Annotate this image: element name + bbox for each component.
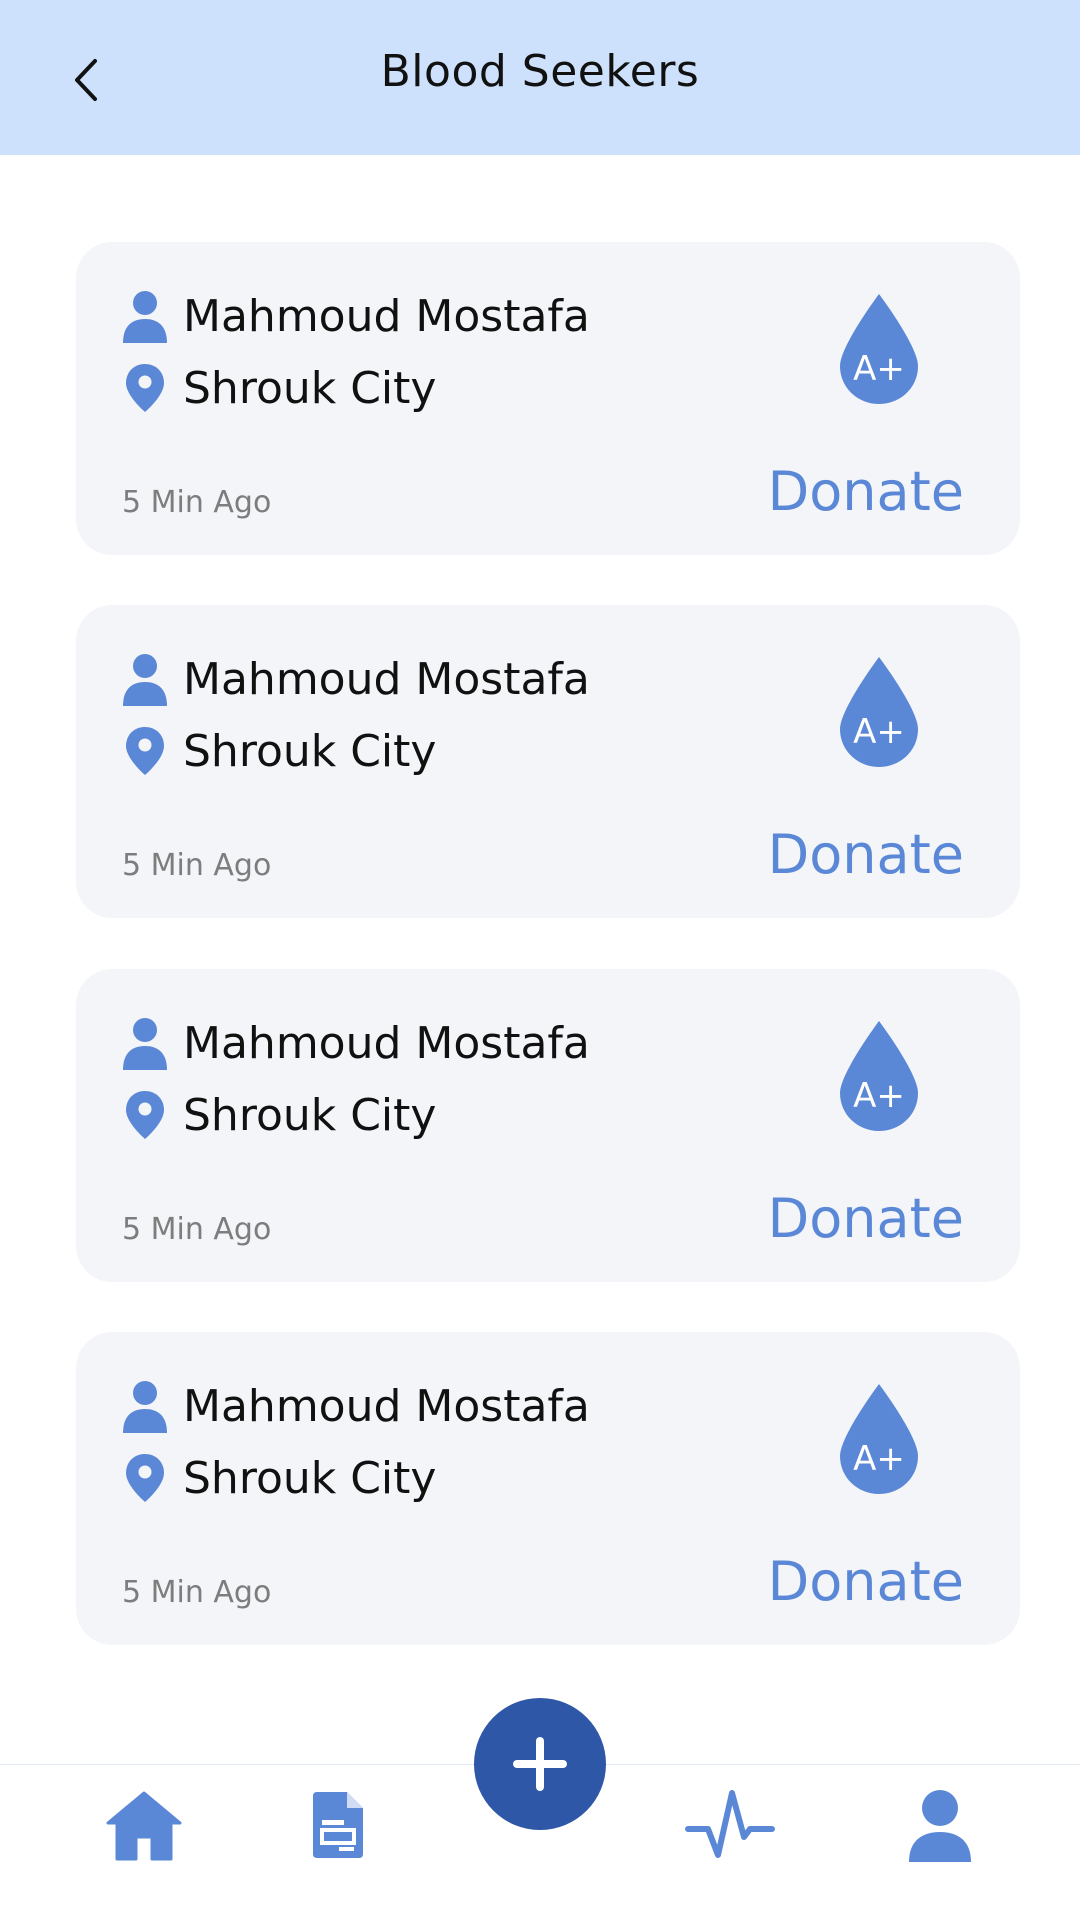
location-pin-icon xyxy=(121,1089,169,1141)
nav-profile[interactable] xyxy=(904,1785,976,1865)
person-icon xyxy=(121,289,169,343)
app-header: Blood Seekers xyxy=(0,0,1080,155)
request-time: 5 Min Ago xyxy=(122,485,272,520)
add-request-button[interactable] xyxy=(474,1698,606,1830)
page-title: Blood Seekers xyxy=(380,46,700,97)
requester-location: Shrouk City xyxy=(183,725,437,777)
activity-icon xyxy=(685,1790,775,1858)
donate-button[interactable]: Donate xyxy=(768,1187,964,1250)
blood-drop-icon: A+ xyxy=(840,294,918,404)
requester-location: Shrouk City xyxy=(183,1452,437,1504)
document-icon xyxy=(313,1792,363,1858)
home-icon xyxy=(106,1791,182,1861)
nav-documents[interactable] xyxy=(300,1785,376,1865)
profile-icon xyxy=(909,1790,971,1862)
blood-type-label: A+ xyxy=(853,349,905,389)
nav-home[interactable] xyxy=(104,1785,184,1865)
location-pin-icon xyxy=(121,362,169,414)
blood-drop-icon: A+ xyxy=(840,1021,918,1131)
location-pin-icon xyxy=(121,725,169,777)
blood-drop-icon: A+ xyxy=(840,1384,918,1494)
donate-button[interactable]: Donate xyxy=(768,1550,964,1613)
request-time: 5 Min Ago xyxy=(122,1212,272,1247)
blood-drop-icon: A+ xyxy=(840,657,918,767)
blood-type-label: A+ xyxy=(853,1439,905,1479)
requester-location: Shrouk City xyxy=(183,1089,437,1141)
blood-type-label: A+ xyxy=(853,1076,905,1116)
requester-name: Mahmoud Mostafa xyxy=(183,290,590,342)
add-icon xyxy=(513,1737,567,1791)
person-icon xyxy=(121,652,169,706)
request-card: Mahmoud Mostafa Shrouk City 5 Min Ago A+… xyxy=(76,1332,1020,1645)
requester-name: Mahmoud Mostafa xyxy=(183,653,590,705)
location-pin-icon xyxy=(121,1452,169,1504)
donate-button[interactable]: Donate xyxy=(768,823,964,886)
request-card: Mahmoud Mostafa Shrouk City 5 Min Ago A+… xyxy=(76,969,1020,1282)
request-time: 5 Min Ago xyxy=(122,1575,272,1610)
nav-activity[interactable] xyxy=(684,1785,776,1865)
person-icon xyxy=(121,1379,169,1433)
requester-name: Mahmoud Mostafa xyxy=(183,1017,590,1069)
requester-location: Shrouk City xyxy=(183,362,437,414)
request-time: 5 Min Ago xyxy=(122,848,272,883)
donate-button[interactable]: Donate xyxy=(768,460,964,523)
request-card: Mahmoud Mostafa Shrouk City 5 Min Ago A+… xyxy=(76,242,1020,555)
requester-name: Mahmoud Mostafa xyxy=(183,1380,590,1432)
blood-type-label: A+ xyxy=(853,712,905,752)
request-card: Mahmoud Mostafa Shrouk City 5 Min Ago A+… xyxy=(76,605,1020,918)
person-icon xyxy=(121,1016,169,1070)
